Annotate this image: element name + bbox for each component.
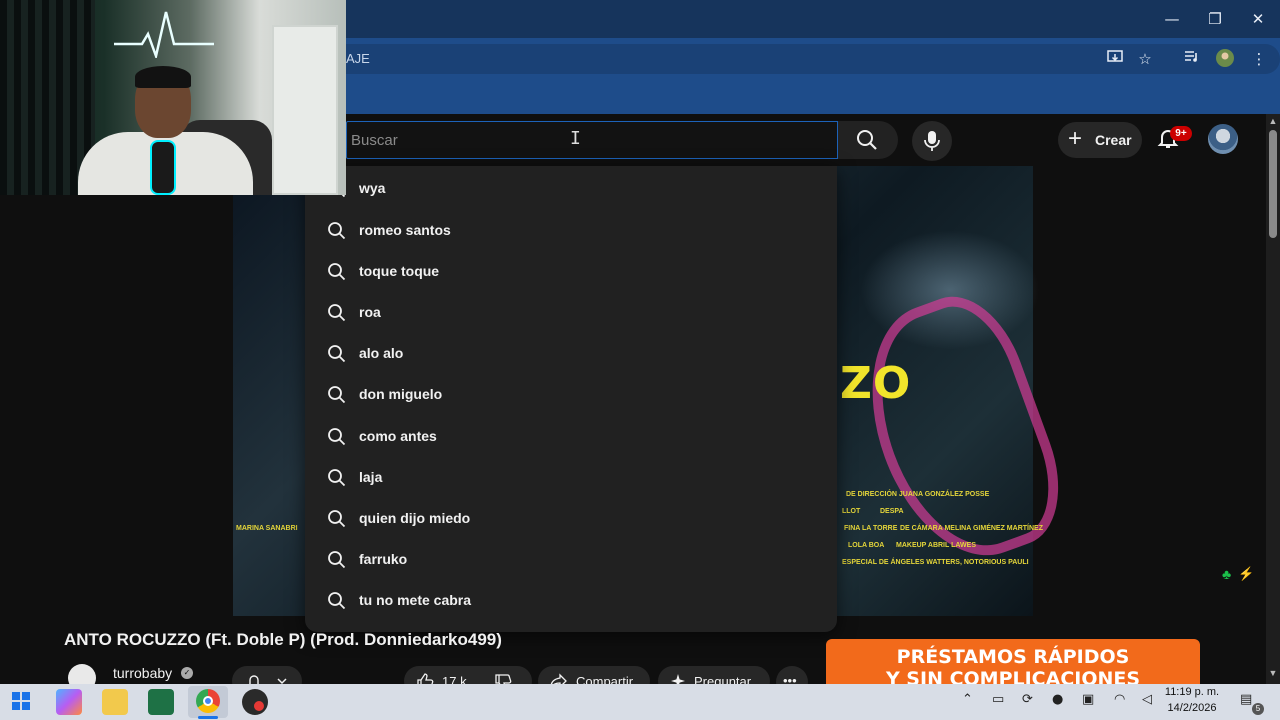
- windows-start-icon[interactable]: [12, 692, 30, 710]
- search-icon: [328, 345, 346, 363]
- search-icon: [857, 130, 877, 150]
- menu-icon[interactable]: ⋮: [1248, 48, 1270, 70]
- video-credit: LOLA BOA: [848, 542, 885, 549]
- search-input[interactable]: [351, 128, 821, 152]
- create-label: Crear: [1095, 132, 1132, 148]
- video-credit: DE DIRECCIÓN JUANA GONZÁLEZ POSSE: [846, 491, 990, 498]
- suggestion-item[interactable]: romeo santos: [305, 211, 837, 251]
- heartbeat-neon-icon: [114, 11, 214, 58]
- search-button[interactable]: [838, 121, 898, 159]
- search-suggestions: wya romeo santos toque toque roa alo alo…: [305, 166, 837, 632]
- webcam-microphone: [150, 140, 176, 195]
- video-title: ANTO ROCUZZO (Ft. Doble P) (Prod. Donnie…: [64, 630, 502, 649]
- verified-icon: ✓: [181, 667, 193, 679]
- copilot-icon[interactable]: [56, 689, 82, 715]
- plus-icon: +: [1068, 125, 1083, 152]
- video-credit: LLOT: [842, 508, 861, 515]
- suggestion-item[interactable]: farruko: [305, 540, 837, 580]
- voice-search-button[interactable]: [912, 121, 952, 161]
- excel-icon[interactable]: [148, 689, 174, 715]
- microphone-icon: [924, 131, 940, 151]
- search-icon: [328, 428, 346, 446]
- suggestion-text: como antes: [359, 428, 437, 444]
- video-credit: DE CÁMARA MELINA GIMÉNEZ MARTÍNEZ: [900, 525, 1043, 532]
- close-button[interactable]: ✕: [1246, 8, 1270, 30]
- volume-icon[interactable]: ◁: [1142, 692, 1152, 707]
- video-credit: DESPA: [880, 508, 904, 515]
- webcam-door: [272, 25, 338, 195]
- star-icon[interactable]: ☆: [1134, 48, 1156, 70]
- microphone-icon[interactable]: ●: [1052, 692, 1063, 707]
- lightning-icon: ⚡: [1238, 566, 1255, 581]
- notification-badge: 9+: [1170, 126, 1192, 141]
- install-icon[interactable]: [1104, 48, 1126, 70]
- suggestion-text: toque toque: [359, 263, 440, 279]
- channel-name[interactable]: turrobaby: [113, 665, 172, 681]
- video-credit: MARINA SANABRI: [236, 525, 298, 532]
- suggestion-text: tu no mete cabra: [359, 592, 472, 608]
- active-indicator: [198, 716, 218, 719]
- suggestion-text: don miguelo: [359, 386, 443, 402]
- ad-headline: PRÉSTAMOS RÁPIDOS: [896, 646, 1130, 668]
- search-icon: [328, 222, 346, 240]
- text-cursor-icon: I: [570, 128, 581, 149]
- suggestion-item[interactable]: alo alo: [305, 334, 837, 374]
- profile-icon[interactable]: [1214, 48, 1236, 70]
- search-icon: [328, 304, 346, 322]
- suggestion-text: romeo santos: [359, 222, 451, 238]
- file-explorer-icon[interactable]: [102, 689, 128, 715]
- suggestion-item[interactable]: quien dijo miedo: [305, 499, 837, 539]
- clock-date[interactable]: 14/2/2026: [1160, 702, 1224, 714]
- search-icon: [328, 469, 346, 487]
- video-credit: FINA LA TORRE: [844, 525, 898, 532]
- suggestion-item[interactable]: don miguelo: [305, 375, 837, 415]
- search-icon: [328, 551, 346, 569]
- recording-dot-icon: [254, 701, 264, 711]
- scroll-down-arrow-icon[interactable]: ▼: [1266, 666, 1280, 680]
- chevron-up-icon[interactable]: ⌃: [962, 692, 973, 707]
- search-icon: [328, 592, 346, 610]
- suggestion-item[interactable]: tu no mete cabra: [305, 581, 837, 621]
- video-credit: ESPECIAL DE ÁNGELES WATTERS, NOTORIOUS P…: [842, 559, 1029, 566]
- suggestion-text: quien dijo miedo: [359, 510, 471, 526]
- search-icon: [328, 263, 346, 281]
- notifications-icon[interactable]: ▤: [1240, 692, 1252, 707]
- suggestion-item[interactable]: wya: [305, 169, 837, 209]
- search-icon: [328, 510, 346, 528]
- screen-record-icon[interactable]: ▣: [1082, 692, 1094, 707]
- suggestion-item[interactable]: toque toque: [305, 252, 837, 292]
- clock-time[interactable]: 11:19 p. m.: [1160, 686, 1224, 698]
- restore-button[interactable]: ❐: [1203, 8, 1227, 30]
- address-bar-text: AJE: [346, 51, 370, 66]
- suggestion-text: laja: [359, 469, 383, 485]
- chrome-icon-center: [203, 696, 213, 706]
- minimize-button[interactable]: —: [1160, 8, 1184, 30]
- suggestion-text: roa: [359, 304, 381, 320]
- suggestion-text: farruko: [359, 551, 408, 567]
- scroll-up-arrow-icon[interactable]: ▲: [1266, 114, 1280, 128]
- video-credit: MAKEUP ABRIL LAWES: [896, 542, 976, 549]
- suggestion-item[interactable]: como antes: [305, 417, 837, 457]
- sync-icon[interactable]: ⟳: [1022, 692, 1033, 707]
- battery-icon[interactable]: ▭: [992, 692, 1004, 707]
- suggestion-text: wya: [359, 180, 386, 196]
- media-icon[interactable]: [1180, 48, 1202, 70]
- search-icon: [328, 386, 346, 404]
- notification-count: 5: [1252, 703, 1264, 715]
- scrollbar-thumb[interactable]: [1269, 130, 1277, 238]
- suggestion-item[interactable]: laja: [305, 458, 837, 498]
- suggestion-text: alo alo: [359, 345, 404, 361]
- webcam-person-hair: [135, 66, 191, 88]
- account-avatar[interactable]: [1208, 124, 1238, 154]
- clover-icon: ♣: [1222, 566, 1232, 582]
- wifi-icon[interactable]: ◠: [1114, 692, 1125, 707]
- suggestion-item[interactable]: roa: [305, 293, 837, 333]
- video-art-title: ZO: [840, 358, 912, 409]
